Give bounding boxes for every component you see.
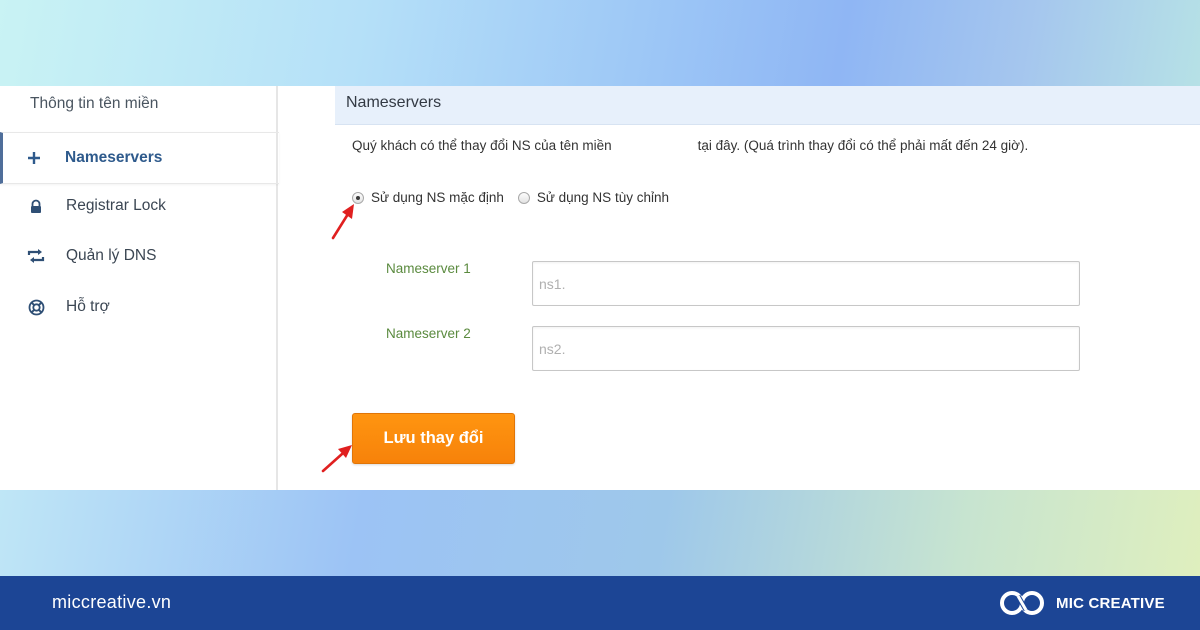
radio-custom-ns[interactable] bbox=[517, 191, 530, 204]
red-arrow-pointer-icon bbox=[321, 445, 352, 473]
lock-icon bbox=[26, 196, 46, 216]
footer-bar: miccreative.vn MIC CREATIVE bbox=[0, 576, 1200, 630]
sidebar-item-support[interactable]: Hỗ trợ bbox=[0, 283, 276, 331]
panel-title: Nameservers bbox=[346, 94, 442, 111]
panel-header: Nameservers bbox=[335, 86, 1200, 125]
save-changes-button[interactable]: Lưu thay đổi bbox=[352, 413, 515, 464]
radio-default-ns-label: Sử dụng NS mặc định bbox=[371, 190, 504, 205]
main-panel: Nameservers Quý khách có thể thay đổi NS… bbox=[278, 86, 1200, 490]
domain-settings-screenshot: Thông tin tên miền Nameservers Registrar… bbox=[0, 86, 1200, 490]
ns-mode-radio-group: Sử dụng NS mặc định Sử dụng NS tùy chỉnh bbox=[352, 190, 683, 205]
nameserver-1-input[interactable] bbox=[532, 261, 1080, 306]
nameserver-2-input[interactable] bbox=[532, 326, 1080, 371]
background-bottom-band bbox=[0, 490, 1200, 576]
description-part-1: Quý khách có thể thay đổi NS của tên miề… bbox=[352, 138, 612, 153]
nameserver-1-label: Nameserver 1 bbox=[386, 261, 471, 276]
brand-name: MIC CREATIVE bbox=[1056, 594, 1165, 612]
footer-domain[interactable]: miccreative.vn bbox=[52, 592, 171, 613]
sidebar-header[interactable]: Thông tin tên miền bbox=[0, 80, 276, 128]
plus-icon bbox=[24, 148, 44, 168]
nameserver-2-label: Nameserver 2 bbox=[386, 326, 471, 341]
radio-custom-ns-label: Sử dụng NS tùy chỉnh bbox=[536, 190, 669, 205]
sidebar-item-dns-management[interactable]: Quản lý DNS bbox=[0, 232, 276, 280]
sidebar-header-label: Thông tin tên miền bbox=[30, 95, 159, 112]
description-part-2: tại đây. (Quá trình thay đổi có thể phải… bbox=[697, 138, 1029, 153]
sidebar-item-registrar-lock[interactable]: Registrar Lock bbox=[0, 182, 276, 230]
refresh-icon bbox=[26, 246, 46, 266]
sidebar: Thông tin tên miền Nameservers Registrar… bbox=[0, 86, 279, 490]
lifebuoy-icon bbox=[26, 297, 46, 317]
sidebar-item-label: Nameservers bbox=[65, 149, 163, 166]
red-arrow-pointer-icon bbox=[331, 204, 354, 240]
sidebar-item-label: Registrar Lock bbox=[66, 197, 166, 214]
sidebar-item-label: Hỗ trợ bbox=[66, 298, 110, 315]
radio-option-custom-ns[interactable]: Sử dụng NS tùy chỉnh bbox=[517, 190, 669, 205]
background-top-band bbox=[0, 0, 1200, 86]
brand-logo: MIC CREATIVE bbox=[998, 587, 1165, 619]
sidebar-item-nameservers[interactable]: Nameservers bbox=[0, 132, 279, 184]
sidebar-item-label: Quản lý DNS bbox=[66, 247, 157, 264]
infinity-logo-icon bbox=[1000, 591, 1044, 615]
description-text: Quý khách có thể thay đổi NS của tên miề… bbox=[352, 138, 1028, 153]
radio-option-default-ns[interactable]: Sử dụng NS mặc định bbox=[352, 190, 504, 205]
